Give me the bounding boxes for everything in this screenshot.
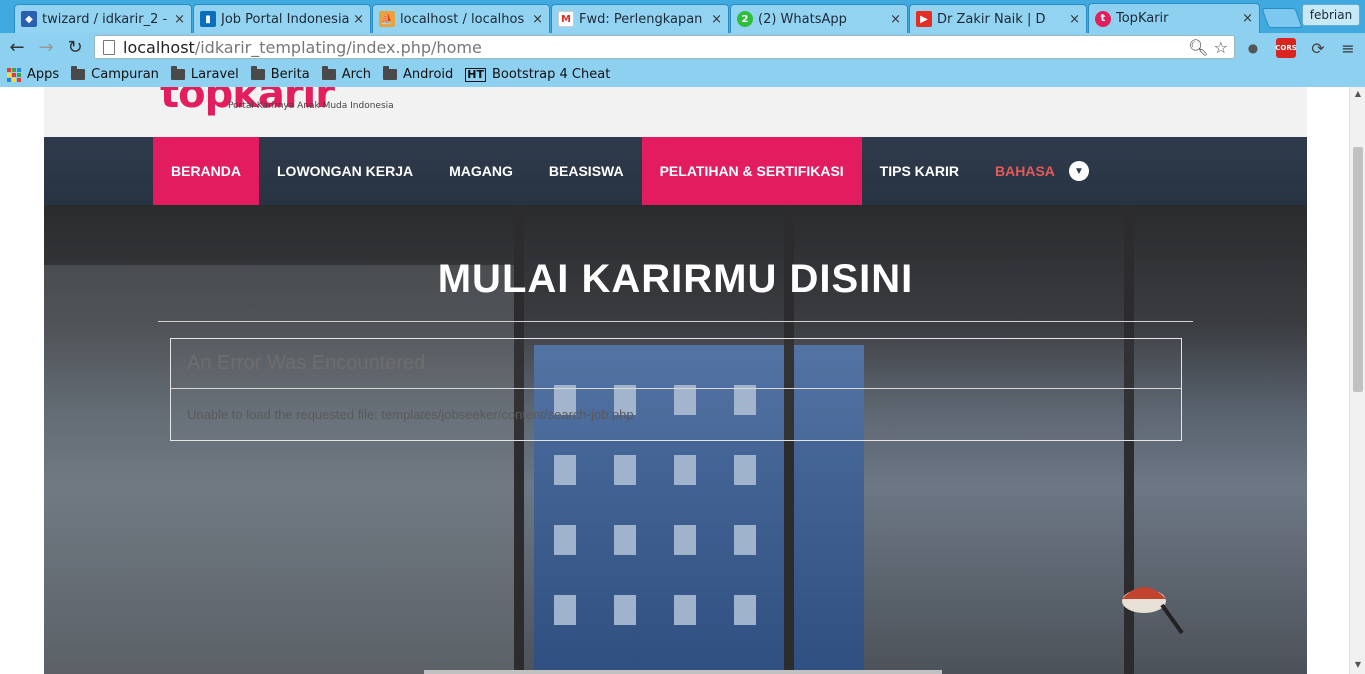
nav-item-pelatihan-sertifikasi[interactable]: PELATIHAN & SERTIFIKASI bbox=[641, 137, 862, 205]
phpmyadmin-icon: ⛵ bbox=[379, 11, 395, 27]
hero-section: MULAI KARIRMU DISINI An Error Was Encoun… bbox=[44, 205, 1307, 674]
folder-icon bbox=[170, 66, 185, 80]
gmail-icon: M bbox=[558, 11, 574, 27]
folder-icon bbox=[250, 66, 265, 80]
tab-strip: ◆ twizard / idkarir_2 - × ▮ Job Portal I… bbox=[0, 0, 1365, 33]
folder-icon bbox=[383, 66, 398, 80]
new-tab-button[interactable] bbox=[1261, 8, 1303, 28]
bookmark-folder[interactable]: Android bbox=[383, 66, 454, 82]
close-icon[interactable]: × bbox=[174, 12, 185, 27]
trello-icon: ▮ bbox=[200, 11, 216, 27]
hero-title: MULAI KARIRMU DISINI bbox=[437, 257, 914, 301]
reload-icon[interactable]: ↻ bbox=[64, 36, 86, 58]
topkarir-icon: t bbox=[1095, 10, 1111, 27]
hero-bg-lamp bbox=[1104, 575, 1184, 635]
nav-item-magang[interactable]: MAGANG bbox=[431, 137, 531, 205]
address-path: /idkarir_templating/index.php/home bbox=[194, 37, 482, 57]
chevron-down-icon[interactable]: ▼ bbox=[1068, 161, 1089, 181]
folder-icon bbox=[71, 66, 86, 80]
nav-item-tips-karir[interactable]: TIPS KARIR bbox=[862, 137, 977, 205]
tab-gmail[interactable]: M Fwd: Perlengkapan × bbox=[551, 4, 729, 33]
tab-title: twizard / idkarir_2 - bbox=[42, 11, 168, 27]
tab-title: Fwd: Perlengkapan bbox=[579, 11, 703, 27]
bitbucket-icon: ◆ bbox=[21, 11, 37, 27]
profile-button[interactable]: febrian bbox=[1302, 4, 1360, 26]
tab-title: (2) WhatsApp bbox=[758, 11, 847, 27]
nav-item-beasiswa[interactable]: BEASISWA bbox=[531, 137, 642, 205]
nav-item-lowongan-kerja[interactable]: LOWONGAN KERJA bbox=[259, 137, 431, 205]
ht-icon: HT bbox=[465, 67, 487, 82]
nav-item-bahasa[interactable]: BAHASA ▼ bbox=[977, 137, 1107, 205]
address-bar[interactable]: localhost/idkarir_templating/index.php/h… bbox=[94, 35, 1235, 59]
close-icon[interactable]: × bbox=[890, 12, 901, 27]
folder-icon bbox=[321, 66, 336, 80]
tab-title: Job Portal Indonesia bbox=[221, 11, 350, 27]
bookmark-apps[interactable]: Apps bbox=[7, 67, 59, 82]
scroll-up-icon[interactable]: ▲ bbox=[1350, 89, 1365, 101]
page-viewport: topkarir Portal Karirnya Anak Muda Indon… bbox=[0, 87, 1349, 674]
error-message: Unable to load the requested file: templ… bbox=[187, 407, 634, 422]
bookmark-label: Bootstrap 4 Cheat bbox=[492, 67, 611, 82]
close-icon[interactable]: × bbox=[711, 12, 722, 27]
tab-title: TopKarir bbox=[1116, 11, 1169, 26]
close-icon[interactable]: × bbox=[353, 12, 364, 27]
back-icon[interactable]: ← bbox=[6, 36, 28, 58]
bookmark-label: Berita bbox=[270, 67, 310, 82]
bookmark-label: Arch bbox=[341, 67, 372, 82]
bookmark-folder[interactable]: Laravel bbox=[170, 66, 239, 82]
bookmark-bootstrap[interactable]: HT Bootstrap 4 Cheat bbox=[465, 67, 610, 82]
bookmark-label: Campuran bbox=[91, 67, 159, 82]
close-icon[interactable]: × bbox=[1069, 12, 1080, 27]
extension-bulb-icon[interactable]: ● bbox=[1243, 38, 1263, 58]
tab-youtube[interactable]: ▶ Dr Zakir Naik | D × bbox=[909, 4, 1087, 33]
bahasa-label: BAHASA bbox=[995, 163, 1055, 179]
bookmark-label: Apps bbox=[27, 67, 60, 82]
bookmark-label: Android bbox=[403, 67, 454, 82]
bookmark-folder[interactable]: Arch bbox=[321, 66, 372, 82]
tab-phpmyadmin[interactable]: ⛵ localhost / localhos × bbox=[372, 4, 550, 33]
horizontal-scrollbar-thumb[interactable] bbox=[424, 670, 942, 674]
close-icon[interactable]: × bbox=[532, 12, 543, 27]
site-header: topkarir Portal Karirnya Anak Muda Indon… bbox=[44, 87, 1307, 137]
cors-extension-icon[interactable]: CORS bbox=[1275, 38, 1297, 58]
bookmark-label: Laravel bbox=[190, 67, 239, 82]
scrollbar-thumb[interactable] bbox=[1353, 147, 1363, 392]
bookmark-folder[interactable]: Campuran bbox=[71, 66, 159, 82]
bookmark-folder[interactable]: Berita bbox=[250, 66, 310, 82]
error-panel: An Error Was Encountered Unable to load … bbox=[170, 338, 1182, 441]
apps-icon bbox=[7, 67, 21, 82]
close-icon[interactable]: × bbox=[1242, 11, 1253, 26]
zoom-star-icons[interactable]: 🔍︎ ☆ bbox=[1188, 38, 1228, 57]
nav-item-beranda[interactable]: BERANDA bbox=[153, 137, 259, 205]
error-heading: An Error Was Encountered bbox=[171, 339, 1181, 389]
tab-bitbucket[interactable]: ◆ twizard / idkarir_2 - × bbox=[14, 4, 192, 33]
vertical-scrollbar[interactable]: ▲ ▼ bbox=[1349, 87, 1365, 674]
hero-bg-window bbox=[44, 265, 524, 674]
extension-sync-icon[interactable]: ⟳ bbox=[1308, 38, 1328, 58]
hero-divider bbox=[158, 321, 1193, 322]
browser-toolbar: ← → ↻ localhost/idkarir_templating/index… bbox=[0, 33, 1365, 62]
tab-topkarir[interactable]: t TopKarir × bbox=[1088, 3, 1260, 33]
page-icon bbox=[103, 39, 115, 55]
site-tagline: Portal Karirnya Anak Muda Indonesia bbox=[228, 101, 394, 111]
menu-icon[interactable]: ≡ bbox=[1338, 38, 1358, 58]
forward-icon[interactable]: → bbox=[35, 36, 57, 58]
address-host: localhost bbox=[123, 37, 195, 57]
tab-whatsapp[interactable]: 2 (2) WhatsApp × bbox=[730, 4, 908, 33]
bookmarks-bar: Apps Campuran Laravel Berita Arch Androi… bbox=[0, 62, 1365, 87]
tab-trello[interactable]: ▮ Job Portal Indonesia × bbox=[193, 4, 371, 33]
youtube-icon: ▶ bbox=[916, 11, 932, 27]
tab-title: Dr Zakir Naik | D bbox=[937, 11, 1046, 27]
main-nav: BERANDA LOWONGAN KERJA MAGANG BEASISWA P… bbox=[44, 137, 1307, 205]
tab-title: localhost / localhos bbox=[400, 11, 525, 27]
scroll-down-icon[interactable]: ▼ bbox=[1350, 660, 1365, 672]
whatsapp-icon: 2 bbox=[737, 11, 753, 27]
